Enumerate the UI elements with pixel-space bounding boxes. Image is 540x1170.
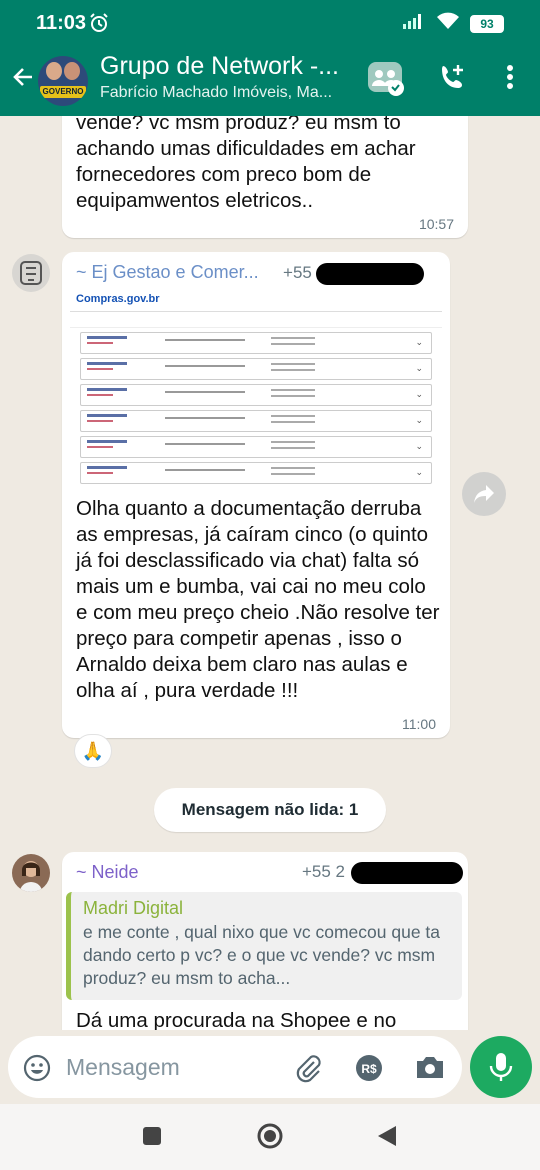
home-icon[interactable]	[256, 1122, 284, 1155]
wifi-icon	[436, 12, 460, 35]
battery-indicator: 93	[470, 14, 504, 33]
svg-text:R$: R$	[361, 1062, 377, 1076]
message-composer[interactable]: Mensagem R$	[8, 1036, 462, 1098]
sender-phone: +55	[283, 263, 312, 282]
status-bar: 11:03 93	[0, 0, 540, 46]
sender-name[interactable]: ~ Neide	[76, 862, 139, 882]
message-text: que ta dando certo p vc? e o que vc vend…	[76, 116, 416, 212]
chat-area[interactable]: que ta dando certo p vc? e o que vc vend…	[0, 116, 540, 1030]
system-navigation-bar	[0, 1104, 540, 1170]
payment-icon[interactable]: R$	[354, 1053, 384, 1088]
quoted-message[interactable]: Madri Digital e me conte , qual nixo que…	[66, 892, 462, 1000]
quote-text: e me conte , qual nixo que vc comecou qu…	[83, 922, 441, 988]
message-bubble-2[interactable]: ~ Ej Gestao e Comer... +55 Compras.gov.b…	[62, 252, 450, 738]
sender-avatar[interactable]	[12, 854, 50, 892]
forward-button[interactable]	[462, 472, 506, 516]
sender-name[interactable]: ~ Ej Gestao e Comer...	[76, 262, 259, 282]
message-input[interactable]: Mensagem	[66, 1054, 180, 1081]
chat-title[interactable]: Grupo de Network -...	[100, 52, 339, 81]
message-reaction[interactable]: 🙏	[74, 734, 112, 768]
avatar-banner: GOVERNO	[40, 86, 86, 98]
status-time: 11:03	[36, 12, 87, 34]
redaction-mark	[316, 262, 425, 285]
message-time: 10:57	[418, 216, 454, 232]
status-indicators: 93	[402, 12, 504, 35]
sender-phone: +55 2	[302, 862, 346, 882]
chat-header: GOVERNO Grupo de Network -... Fabrício M…	[0, 46, 540, 116]
back-nav-icon[interactable]	[376, 1124, 398, 1153]
sender-avatar[interactable]	[12, 254, 50, 292]
shared-screenshot-image[interactable]: Compras.gov.br ⌄ ⌄ ⌄ ⌄ ⌄ ⌄	[70, 288, 442, 486]
mic-button[interactable]	[470, 1036, 532, 1098]
attach-icon[interactable]	[292, 1052, 324, 1089]
group-avatar[interactable]: GOVERNO	[38, 56, 88, 106]
alarm-icon	[88, 12, 110, 39]
group-call-icon[interactable]	[366, 58, 406, 103]
more-options-icon[interactable]	[498, 62, 522, 97]
camera-icon[interactable]	[414, 1053, 446, 1086]
recent-apps-icon[interactable]	[142, 1126, 162, 1151]
message-text: Dá uma procurada na Shopee e no	[76, 1009, 397, 1030]
add-call-icon[interactable]	[438, 62, 468, 97]
quote-author: Madri Digital	[83, 898, 184, 918]
message-bubble-3[interactable]: ~ Neide +55 2 Madri Digital e me conte ,…	[62, 852, 468, 1030]
message-time: 11:00	[402, 716, 436, 732]
redaction-mark	[351, 862, 464, 884]
back-arrow-icon[interactable]	[10, 64, 36, 95]
signal-icon	[402, 12, 426, 35]
message-bubble-1[interactable]: que ta dando certo p vc? e o que vc vend…	[62, 116, 468, 238]
emoji-icon[interactable]	[22, 1053, 52, 1088]
compras-logo: Compras.gov.br	[76, 293, 160, 305]
unread-messages-divider: Mensagem não lida: 1	[154, 788, 386, 832]
message-text: Olha quanto a documentação derruba as em…	[76, 497, 440, 702]
chat-participants[interactable]: Fabrício Machado Imóveis, Ma...	[100, 84, 332, 102]
